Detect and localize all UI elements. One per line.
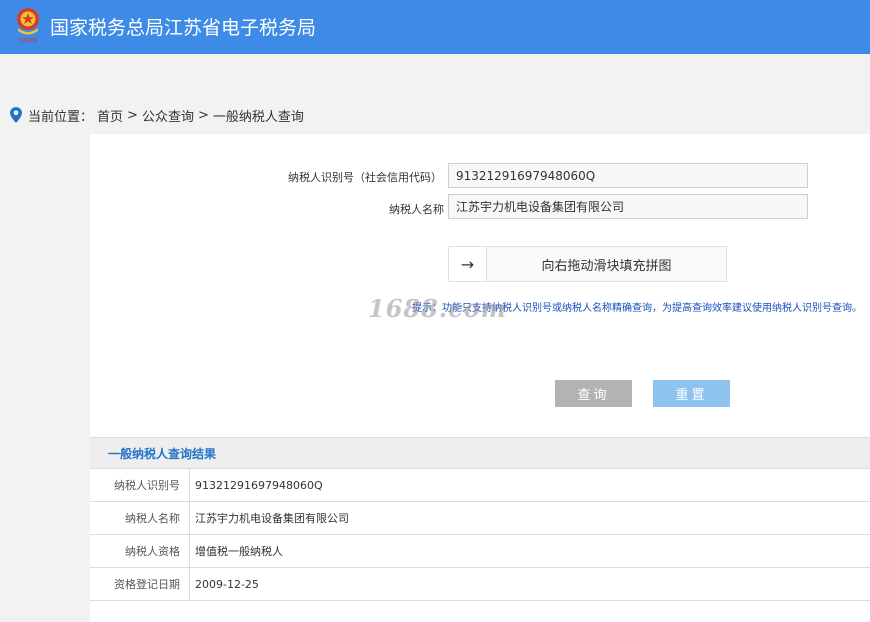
logo-caption: 江苏税务 [17, 38, 38, 44]
result-value: 增值税一般纳税人 [195, 545, 283, 558]
breadcrumb-separator: > [197, 107, 209, 123]
result-label: 纳税人名称 [90, 502, 190, 534]
table-row: 纳税人资格 增值税一般纳税人 [90, 535, 870, 568]
table-row: 纳税人识别号 91321291697948060Q [90, 469, 870, 502]
slider-handle[interactable]: → [449, 247, 487, 281]
location-pin-icon [10, 107, 22, 123]
query-panel: 纳税人识别号（社会信用代码） 91321291697948060Q 纳税人名称 … [90, 134, 870, 622]
slider-captcha[interactable]: → 向右拖动滑块填充拼图 [448, 246, 727, 282]
result-label: 纳税人识别号 [90, 469, 190, 501]
table-row: 纳税人名称 江苏宇力机电设备集团有限公司 [90, 502, 870, 535]
taxpayer-name-input[interactable]: 江苏宇力机电设备集团有限公司 [448, 194, 808, 219]
result-label: 资格登记日期 [90, 568, 190, 600]
taxpayer-id-label: 纳税人识别号（社会信用代码） [288, 171, 442, 184]
tax-emblem-logo: 江苏税务 [14, 6, 42, 46]
arrow-right-icon: → [460, 254, 475, 274]
breadcrumb-current: 一般纳税人查询 [212, 109, 304, 125]
result-table: 纳税人识别号 91321291697948060Q 纳税人名称 江苏宇力机电设备… [90, 469, 870, 601]
slider-instruction: 向右拖动滑块填充拼图 [541, 258, 672, 274]
reset-button[interactable]: 重置 [653, 380, 730, 407]
breadcrumb: 当前位置： 首页 > 公众查询 > 一般纳税人查询 [10, 104, 308, 126]
result-value: 江苏宇力机电设备集团有限公司 [195, 512, 349, 525]
result-header: 一般纳税人查询结果 [90, 437, 870, 469]
result-value: 91321291697948060Q [195, 478, 323, 492]
site-header: 江苏税务 国家税务总局江苏省电子税务局 [0, 0, 870, 54]
result-value: 2009-12-25 [195, 577, 259, 591]
breadcrumb-location-label: 当前位置： [28, 109, 94, 125]
site-title: 国家税务总局江苏省电子税务局 [50, 17, 317, 39]
result-title: 一般纳税人查询结果 [108, 447, 217, 461]
breadcrumb-separator: > [127, 107, 138, 123]
taxpayer-name-label: 纳税人名称 [389, 203, 444, 216]
query-button[interactable]: 查询 [555, 380, 632, 407]
watermark-1688: 1688.com [368, 294, 508, 323]
result-label: 纳税人资格 [90, 535, 190, 567]
table-row: 资格登记日期 2009-12-25 [90, 568, 870, 601]
taxpayer-id-input[interactable]: 91321291697948060Q [448, 163, 808, 188]
breadcrumb-home-link[interactable]: 首页 [97, 106, 123, 125]
breadcrumb-public-query-link[interactable]: 公众查询 [142, 106, 194, 125]
